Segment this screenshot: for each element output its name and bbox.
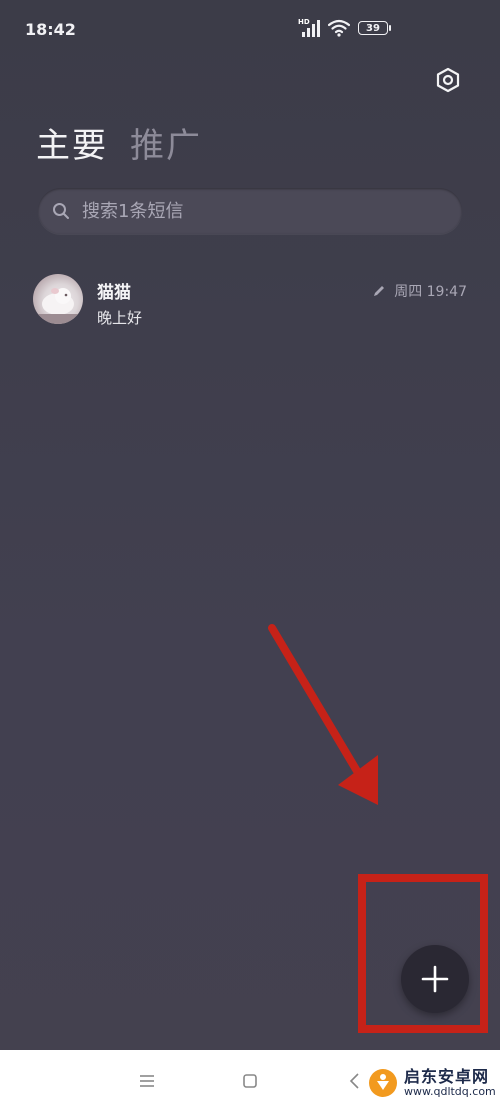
watermark-url: www.qdltdq.com xyxy=(404,1084,496,1098)
menu-icon xyxy=(140,1075,154,1087)
message-time: 周四 19:47 xyxy=(394,284,467,300)
watermark-logo-icon xyxy=(369,1069,397,1097)
watermark-title: 启东安卓网 xyxy=(404,1066,490,1086)
conversation-item[interactable]: 猫猫 晚上好 周四 19:47 xyxy=(0,262,500,340)
plus-icon xyxy=(421,965,449,993)
status-time: 18:42 xyxy=(25,20,76,39)
home-square-icon xyxy=(243,1074,257,1088)
tab-bar: 主要 推广 xyxy=(36,118,202,167)
search-bar[interactable] xyxy=(38,188,462,234)
conversation-meta: 周四 19:47 xyxy=(372,281,467,301)
contact-name: 猫猫 xyxy=(97,283,131,303)
red-arrow xyxy=(268,624,374,797)
back-chevron-icon xyxy=(349,1073,359,1089)
back-button[interactable] xyxy=(340,1066,370,1096)
status-icons: HD 39 xyxy=(298,18,391,38)
settings-button[interactable] xyxy=(434,66,462,94)
search-icon xyxy=(53,203,69,219)
battery-level: 39 xyxy=(366,22,380,34)
hexagon-settings-icon xyxy=(436,67,460,93)
new-message-button[interactable] xyxy=(401,945,469,1013)
message-preview: 晚上好 xyxy=(97,309,143,327)
menu-button[interactable] xyxy=(132,1066,162,1096)
search-input[interactable] xyxy=(80,199,444,223)
hd-label: HD xyxy=(298,18,310,26)
home-button[interactable] xyxy=(235,1066,265,1096)
signal-icon: HD xyxy=(298,18,320,38)
pencil-icon xyxy=(374,286,385,296)
battery-icon: 39 xyxy=(358,21,391,35)
status-bar: 18:42 HD 39 xyxy=(0,0,500,60)
red-arrowhead xyxy=(338,755,378,805)
tab-promotions[interactable]: 推广 xyxy=(130,118,202,167)
wifi-icon xyxy=(328,19,350,37)
avatar xyxy=(33,274,83,324)
tab-primary[interactable]: 主要 xyxy=(36,118,108,167)
watermark: 启东安卓网 www.qdltdq.com xyxy=(368,1068,496,1098)
